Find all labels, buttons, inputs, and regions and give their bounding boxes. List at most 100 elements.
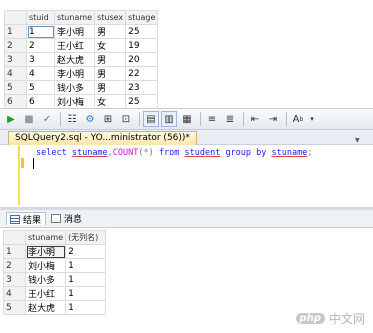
tab-messages[interactable]: 消息: [48, 212, 86, 225]
cell-stuname[interactable]: 王小红: [53, 38, 96, 53]
cell-stuid[interactable]: 5: [26, 80, 55, 95]
parse-check-icon[interactable]: ✓: [39, 111, 55, 127]
intellisense-icon[interactable]: ⊡: [118, 111, 134, 127]
column-header[interactable]: stuname: [53, 10, 96, 25]
table-row[interactable]: 5 5 钱小多 男 23: [4, 80, 159, 95]
cell-stuname[interactable]: 王小红: [24, 286, 67, 301]
toolbar-separator: [286, 112, 287, 126]
cell-stuage[interactable]: 23: [125, 80, 159, 95]
table-row[interactable]: 5 赵大虎 1: [3, 300, 107, 315]
cell-stuname[interactable]: 刘小梅: [24, 258, 67, 273]
identifier: stuname: [271, 148, 308, 158]
cell-stuid[interactable]: 4: [26, 66, 55, 81]
row-number[interactable]: 2: [3, 258, 26, 273]
table-row[interactable]: 6 6 刘小梅 女 25: [4, 94, 159, 109]
toolbar-separator: [200, 112, 201, 126]
toolbar-separator: [243, 112, 244, 126]
table-row[interactable]: 2 2 王小红 女 19: [4, 38, 159, 53]
cell-stuage[interactable]: 25: [125, 94, 159, 109]
cell-stuid[interactable]: 2: [26, 38, 55, 53]
cell-stuname[interactable]: 赵大虎: [24, 300, 67, 315]
column-header[interactable]: stusex: [94, 10, 127, 25]
uncomment-icon[interactable]: ≣: [222, 111, 238, 127]
watermark-logo: php: [295, 313, 325, 324]
debug-icon[interactable]: ⚙: [82, 111, 98, 127]
results-to-grid-icon[interactable]: ▤: [143, 111, 159, 127]
display-plan-icon[interactable]: ⊞: [100, 111, 116, 127]
cell-stuid[interactable]: 1: [26, 24, 55, 39]
toolbar-separator: [60, 112, 61, 126]
message-icon: [51, 214, 61, 223]
cell-stuid[interactable]: 3: [26, 52, 55, 67]
cell-stuage[interactable]: 20: [125, 52, 159, 67]
sql-query-text[interactable]: select stuname,COUNT(*) from student gro…: [36, 148, 312, 158]
column-header[interactable]: stuid: [26, 10, 55, 25]
table-row[interactable]: 3 3 赵大虎 男 20: [4, 52, 159, 67]
row-number[interactable]: 5: [4, 80, 27, 95]
cell-stusex[interactable]: 男: [94, 24, 127, 39]
cell-count[interactable]: 1: [65, 300, 107, 315]
text-caret: [33, 158, 34, 169]
toolbar-overflow-icon[interactable]: ▾: [308, 111, 316, 127]
table-row[interactable]: 1 1 李小明 男 25: [4, 24, 159, 39]
execute-icon[interactable]: ▶: [3, 111, 19, 127]
tab-results[interactable]: 结果: [6, 212, 47, 226]
table-row[interactable]: 4 4 李小明 男 22: [4, 66, 159, 81]
row-number[interactable]: 4: [3, 286, 26, 301]
keyword-select: select: [36, 148, 67, 158]
document-tab[interactable]: SQLQuery2.sql - YO...ministrator (56))*: [8, 131, 197, 145]
cell-stuname[interactable]: 李小明: [53, 66, 96, 81]
row-number[interactable]: 1: [3, 244, 26, 259]
tab-messages-label: 消息: [64, 215, 83, 225]
results-grid: stuname (无列名) 1 李小明 2 2 刘小梅 1 3 钱小多 1 4 …: [3, 230, 107, 315]
cell-count[interactable]: 1: [65, 286, 107, 301]
column-header[interactable]: stuname: [24, 230, 67, 245]
grid-header-row: stuid stuname stusex stuage: [4, 10, 159, 25]
cell-stuage[interactable]: 19: [125, 38, 159, 53]
function-args: (*): [138, 148, 154, 158]
cell-stuage[interactable]: 22: [125, 66, 159, 81]
row-number[interactable]: 5: [3, 300, 26, 315]
cell-count[interactable]: 1: [65, 258, 107, 273]
punctuation: ;: [307, 148, 313, 158]
results-to-file-icon[interactable]: ▦: [179, 111, 195, 127]
cell-stuname[interactable]: 钱小多: [53, 80, 96, 95]
query-options-icon[interactable]: ☷: [64, 111, 80, 127]
row-number[interactable]: 3: [3, 272, 26, 287]
cell-count[interactable]: 1: [65, 272, 107, 287]
cell-count[interactable]: 2: [65, 244, 107, 259]
row-number[interactable]: 3: [4, 52, 27, 67]
cell-stusex[interactable]: 女: [94, 94, 127, 109]
grid-icon: [10, 214, 20, 224]
cell-stuname[interactable]: 赵大虎: [53, 52, 96, 67]
cell-stuname[interactable]: 李小明: [24, 244, 67, 259]
tab-dropdown-icon[interactable]: ▼: [355, 137, 365, 145]
cell-stusex[interactable]: 男: [94, 52, 127, 67]
table-row[interactable]: 2 刘小梅 1: [3, 258, 107, 273]
results-to-text-icon[interactable]: ▥: [161, 111, 177, 127]
row-number[interactable]: 6: [4, 94, 27, 109]
row-number[interactable]: 2: [4, 38, 27, 53]
row-number[interactable]: 4: [4, 66, 27, 81]
row-number[interactable]: 1: [4, 24, 27, 39]
outdent-icon[interactable]: ⇤: [247, 111, 263, 127]
cell-stusex[interactable]: 女: [94, 38, 127, 53]
specify-values-icon[interactable]: Ab: [290, 111, 306, 127]
stop-icon[interactable]: ■: [21, 111, 37, 127]
line-change-marker: [21, 158, 24, 168]
comment-icon[interactable]: ≡: [204, 111, 220, 127]
cell-stuid[interactable]: 6: [26, 94, 55, 109]
column-header[interactable]: (无列名): [65, 230, 107, 245]
column-header[interactable]: stuage: [125, 10, 159, 25]
table-row[interactable]: 4 王小红 1: [3, 286, 107, 301]
table-row[interactable]: 3 钱小多 1: [3, 272, 107, 287]
cell-stusex[interactable]: 男: [94, 80, 127, 95]
student-table-grid: stuid stuname stusex stuage 1 1 李小明 男 25…: [4, 10, 159, 109]
cell-stusex[interactable]: 男: [94, 66, 127, 81]
cell-stuage[interactable]: 25: [125, 24, 159, 39]
indent-icon[interactable]: ⇥: [265, 111, 281, 127]
cell-stuname[interactable]: 李小明: [53, 24, 96, 39]
cell-stuname[interactable]: 刘小梅: [53, 94, 96, 109]
cell-stuname[interactable]: 钱小多: [24, 272, 67, 287]
table-row[interactable]: 1 李小明 2: [3, 244, 107, 259]
